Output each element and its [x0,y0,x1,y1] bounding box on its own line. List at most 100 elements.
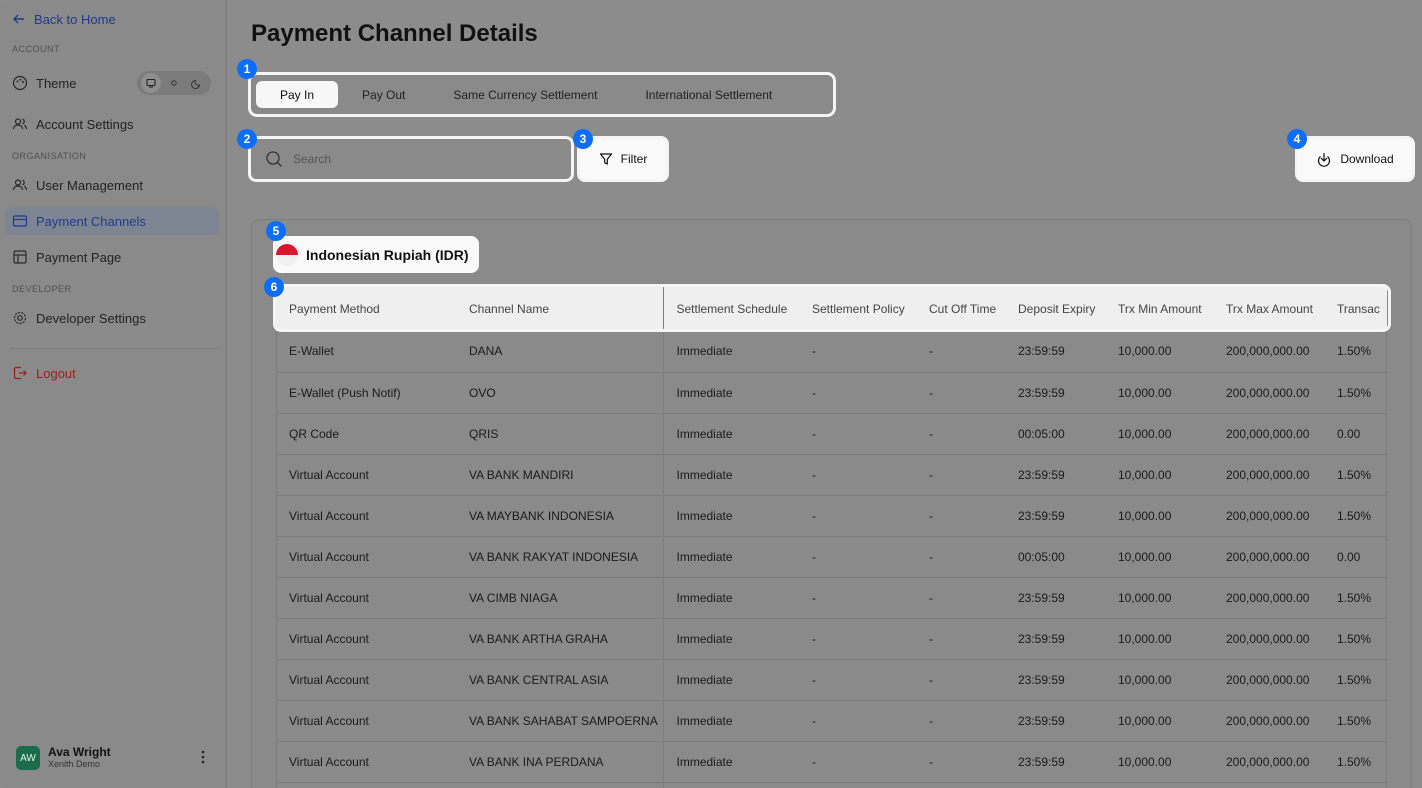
tab-same-currency-settlement[interactable]: Same Currency Settlement [429,81,621,108]
table-cell: 200,000,000.00 [1226,508,1310,523]
sidebar-item-label: Payment Channels [36,213,146,229]
table-cell: Immediate [676,426,733,441]
sidebar-item-user-management[interactable]: User Management [5,171,219,199]
table-cell [276,782,456,788]
table-row[interactable]: QR Code QRIS Immediate - - 00:05:00 10,000.00 2… [276,413,1387,454]
credit-card-icon [12,215,28,227]
tab-pay-in[interactable]: Pay In [256,81,339,108]
table-cell: 10,000.00 [1118,754,1172,769]
table-cell: VA BANK SAHABAT SAMPOERNA [456,700,664,741]
table-cell: 10,000.00 [1118,549,1172,564]
table-cell: Immediate [676,754,733,769]
theme-system-option[interactable] [141,73,162,93]
sidebar-item-logout[interactable]: Logout [5,359,219,387]
table-cell: - [929,385,933,400]
table-cell: Virtual Account [289,631,369,646]
section-label-organisation: ORGANISATION [12,151,87,161]
theme-light-option[interactable] [164,73,184,93]
table-cell: - [929,754,933,769]
table-cell: Immediate [676,344,733,359]
table-cell: 1.50% [1337,590,1372,605]
sidebar: Back to Home ACCOUNT Theme Account Setti… [0,0,227,788]
sidebar-divider [10,348,220,349]
table-row[interactable]: E-Wallet (Push Notif) OVO Immediate - - 23:59… [276,372,1387,413]
table-cell: Virtual Account [289,590,369,605]
monitor-icon [146,78,156,88]
column-header[interactable]: Settlement Schedule [663,287,799,331]
annotation-marker-5: 5 [266,221,286,241]
table-cell: Immediate [676,713,733,728]
table-row[interactable]: Virtual Account VA BANK ARTHA GRAHA Immedi… [276,618,1387,659]
table-row[interactable]: Virtual Account VA BANK MANDIRI Immediate -… [276,454,1387,495]
table-cell: 23:59:59 [1018,631,1065,646]
sun-icon [171,80,177,86]
table-cell: VA CIMB NIAGA [456,577,664,618]
table-cell: - [812,385,816,400]
search-field [253,141,569,177]
column-header[interactable]: Trx Min Amount [1105,287,1213,331]
table-row[interactable]: Virtual Account VA BANK RAKYAT INDONESIA I… [276,536,1387,577]
download-button[interactable]: Download [1295,136,1415,182]
table-cell: - [929,590,933,605]
table-cell: 00:05:00 [1018,426,1065,441]
table-row[interactable] [276,782,1387,788]
more-vertical-icon[interactable] [201,750,205,764]
app-window: Back to Home ACCOUNT Theme Account Setti… [0,0,1422,788]
table-cell: 10,000.00 [1118,631,1172,646]
back-to-home-link[interactable]: Back to Home [12,10,116,28]
user-profile[interactable]: AW Ava Wright Xenith Demo [16,744,216,772]
table-cell: 10,000.00 [1118,672,1172,687]
sidebar-item-payment-page[interactable]: Payment Page [5,243,219,271]
table-cell: - [812,713,816,728]
table-row[interactable]: Virtual Account VA MAYBANK INDONESIA Immed… [276,495,1387,536]
filter-icon [599,153,612,165]
table-row[interactable]: E-Wallet DANA Immediate - - 23:59:59 10,000.00… [276,331,1387,372]
table-cell [456,782,664,788]
column-header[interactable]: Transac [1324,287,1387,331]
table-row[interactable]: Virtual Account VA BANK INA PERDANA Immedi… [276,741,1387,782]
table-cell: 200,000,000.00 [1226,426,1310,441]
column-header[interactable]: Payment Method [276,287,456,331]
search-input[interactable] [293,152,543,166]
column-header[interactable]: Channel Name [456,287,664,331]
table-cell: 1.50% [1337,385,1372,400]
table-row[interactable]: Virtual Account VA BANK CENTRAL ASIA Immed… [276,659,1387,700]
column-header[interactable]: Trx Max Amount [1213,287,1324,331]
table-cell: - [812,549,816,564]
sidebar-item-payment-channels[interactable]: Payment Channels [5,207,219,235]
table-cell: 1.50% [1337,631,1372,646]
sidebar-item-developer-settings[interactable]: Developer Settings [5,304,219,332]
tab-international-settlement[interactable]: International Settlement [621,81,796,108]
filter-label: Filter [620,152,648,166]
table-cell: Virtual Account [289,754,369,769]
table-row[interactable]: Virtual Account VA CIMB NIAGA Immediate - - 2… [276,577,1387,618]
sidebar-item-account-settings[interactable]: Account Settings [5,110,219,138]
table-cell: 23:59:59 [1018,713,1065,728]
sidebar-item-label: Developer Settings [36,310,146,326]
column-header[interactable]: Cut Off Time [916,287,1005,331]
table-cell: - [812,467,816,482]
users-icon [12,118,28,130]
table-cell: - [929,672,933,687]
table-cell: 23:59:59 [1018,508,1065,523]
back-to-home-label: Back to Home [34,11,116,27]
table-cell: OVO [456,372,664,413]
theme-dark-option[interactable] [187,73,207,93]
gear-icon [13,311,27,325]
channels-table-wrapper: Payment Method Channel Name Settlement S… [276,287,1387,788]
table-cell: - [929,508,933,523]
table-cell [799,782,916,788]
table-cell: Immediate [676,508,733,523]
tab-pay-out[interactable]: Pay Out [338,81,429,108]
table-cell: 00:05:00 [1018,549,1065,564]
column-header[interactable]: Settlement Policy [799,287,916,331]
table-row[interactable]: Virtual Account VA BANK SAHABAT SAMPOERNA… [276,700,1387,741]
table-cell: 200,000,000.00 [1226,672,1310,687]
table-cell: Immediate [676,549,733,564]
logout-icon [13,366,27,380]
table-cell: 1.50% [1337,713,1372,728]
table-cell: 0.00 [1337,549,1361,564]
column-header[interactable]: Deposit Expiry [1005,287,1105,331]
search-icon [266,151,282,167]
arrow-left-icon [13,14,24,24]
